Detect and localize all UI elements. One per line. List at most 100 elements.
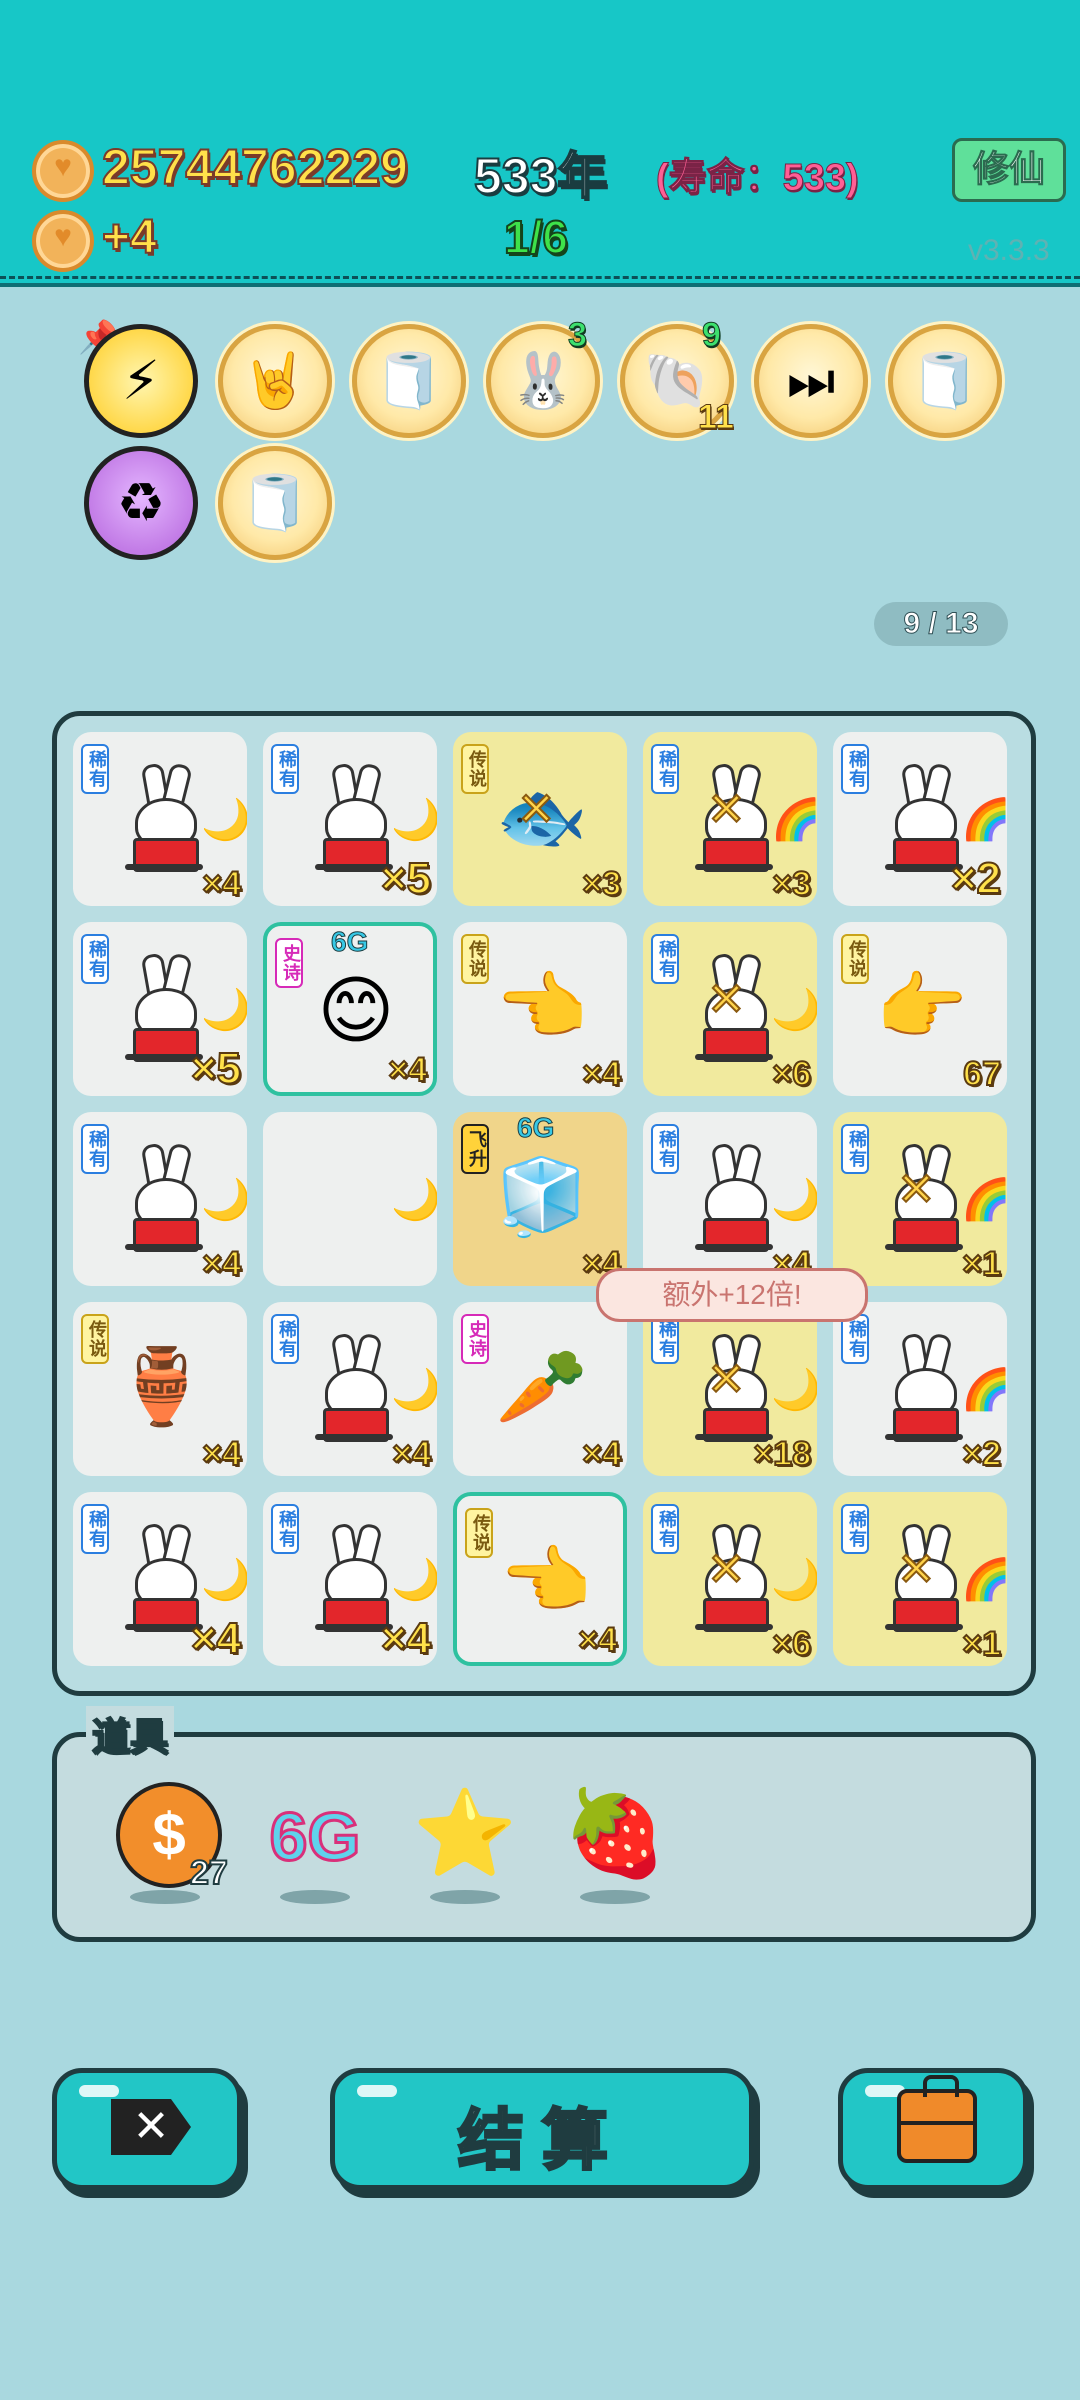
slot-cell[interactable]: 🌙: [263, 1112, 437, 1286]
bunny-part: [695, 864, 773, 870]
fridge-icon: 🧊: [495, 1155, 589, 1238]
rarity-tag: 稀有: [81, 744, 109, 794]
slot-cell[interactable]: 稀有 🌙 ×4: [263, 1302, 437, 1476]
coin-gain-icon: [32, 210, 94, 272]
tissue-box-icon[interactable]: 🧻: [218, 446, 332, 560]
bunny-part: [125, 864, 203, 870]
bunny-part: [695, 1054, 773, 1060]
carrot-icon: 🥕: [495, 1345, 589, 1428]
slot-cell[interactable]: 稀有 🌙 ×4: [73, 732, 247, 906]
rarity-tag: 传说: [81, 1314, 109, 1364]
header-divider: [0, 276, 1080, 279]
multiplier-label: ×4: [201, 1434, 242, 1474]
settle-label: 结算: [457, 2102, 626, 2179]
bunny-part: [695, 1244, 773, 1250]
6g-label: 6G: [516, 1112, 555, 1144]
slot-cell[interactable]: 稀有 🌙 ×4: [643, 1112, 817, 1286]
briefcase-icon: [897, 2075, 977, 2163]
bunny-part: [315, 1434, 393, 1440]
multiplier-label: ×18: [752, 1434, 812, 1474]
settle-button[interactable]: 结算: [330, 2068, 754, 2190]
slot-board: 稀有 🌙 ×4 稀有 🌙 ×5 传说 🐟 ✕ ×3 稀有 🌈 ✕ ×3 稀有 🌈 ×2 稀有 🌙 ×5 史诗 😊 6G ×4 传…: [52, 711, 1036, 1696]
rarity-tag: 史诗: [461, 1314, 489, 1364]
multiplier-label: ×4: [391, 1434, 432, 1474]
lifespan-display: (寿命：533): [656, 157, 860, 200]
slot-cell[interactable]: 稀有 🌙 ✕ ×18: [643, 1302, 817, 1476]
moon-icon: 🌙: [201, 1178, 247, 1222]
rarity-tag: 稀有: [651, 1124, 679, 1174]
multiplier-label: ×1: [961, 1624, 1002, 1664]
slot-cell[interactable]: 稀有 🌙 ×4: [73, 1112, 247, 1286]
exit-button[interactable]: ✕: [52, 2068, 242, 2190]
skip-icon[interactable]: ⏭: [754, 324, 868, 438]
moon-icon: 🌙: [391, 798, 437, 842]
multiplier-label: 67: [962, 1054, 1002, 1094]
rarity-tag: 飞升: [461, 1124, 489, 1174]
item-slot[interactable]: $ 27: [110, 1778, 229, 1904]
slot-cell[interactable]: 传说 🏺 ×4: [73, 1302, 247, 1476]
slot-cell[interactable]: 稀有 🌙 ×4: [263, 1492, 437, 1666]
cross-mark-icon: ✕: [896, 1162, 937, 1216]
slot-cell[interactable]: 稀有 🌙 ×5: [263, 732, 437, 906]
bunny-icon: [875, 1332, 967, 1444]
bag-button[interactable]: [838, 2068, 1028, 2190]
item-shadow: [130, 1890, 200, 1904]
moon-icon: 🌙: [201, 1558, 247, 1602]
slot-cell[interactable]: 飞升 🧊 6G ×4: [453, 1112, 627, 1286]
cross-mark-icon: ✕: [896, 1542, 937, 1596]
slot-cell[interactable]: 传说 👈 ×4: [453, 1492, 627, 1666]
exit-icon: ✕: [111, 2099, 191, 2155]
rarity-tag: 传说: [461, 744, 489, 794]
slot-cell[interactable]: 史诗 🥕 ×4: [453, 1302, 627, 1476]
slot-cell[interactable]: 传说 👉 67: [833, 922, 1007, 1096]
slot-cell[interactable]: 稀有 🌈 ✕ ×1: [833, 1492, 1007, 1666]
item-shadow: [580, 1890, 650, 1904]
item-slot[interactable]: 🍓: [560, 1778, 670, 1904]
multiplier-label: ×3: [771, 864, 812, 904]
hand-icon: 👉: [875, 965, 969, 1048]
multiplier-label: ×2: [950, 853, 1002, 904]
bunny-icon: [305, 1332, 397, 1444]
multiplier-label: ×4: [380, 1613, 432, 1664]
slot-cell[interactable]: 稀有 🌈 ✕ ×1: [833, 1112, 1007, 1286]
rarity-tag: 稀有: [651, 744, 679, 794]
slot-cell[interactable]: 史诗 😊 6G ×4: [263, 922, 437, 1096]
cultivate-button[interactable]: 修仙: [952, 138, 1066, 202]
moon-icon: 🌙: [391, 1558, 437, 1602]
rainbow-icon: 🌈: [771, 798, 817, 842]
item-shadow: [280, 1890, 350, 1904]
rock-hand-icon[interactable]: 🤘: [218, 324, 332, 438]
slot-cell[interactable]: 传说 🐟 ✕ ×3: [453, 732, 627, 906]
rarity-tag: 传说: [465, 1508, 493, 1558]
version-label: v3.3.3: [968, 234, 1050, 267]
rarity-tag: 传说: [461, 934, 489, 984]
rainbow-icon: 🌈: [961, 1558, 1007, 1602]
rarity-tag: 稀有: [841, 1124, 869, 1174]
slot-cell[interactable]: 传说 👈 ×4: [453, 922, 627, 1096]
item-slot[interactable]: 6G: [260, 1778, 370, 1904]
slot-cell[interactable]: 稀有 🌙 ✕ ×6: [643, 1492, 817, 1666]
item-slot[interactable]: ⭐: [410, 1778, 520, 1904]
bunny-part: [885, 1244, 963, 1250]
slot-cell[interactable]: 稀有 🌈 ×2: [833, 1302, 1007, 1476]
item-count: 27: [189, 1853, 229, 1893]
moon-icon: 🌙: [771, 1368, 817, 1412]
vase-icon: 🏺: [115, 1345, 209, 1428]
tissue-box-icon[interactable]: 🧻: [352, 324, 466, 438]
slot-cell[interactable]: 稀有 🌈 ×2: [833, 732, 1007, 906]
slot-cell[interactable]: 稀有 🌙 ×5: [73, 922, 247, 1096]
rainbow-icon: 🌈: [961, 1368, 1007, 1412]
bunny-icon: [115, 762, 207, 874]
slot-cell[interactable]: 稀有 🌈 ✕ ×3: [643, 732, 817, 906]
bunny-icon: [115, 1142, 207, 1254]
bunny-part: [885, 1434, 963, 1440]
slot-cell[interactable]: 稀有 🌙 ✕ ×6: [643, 922, 817, 1096]
moon-icon: 🌙: [391, 1178, 437, 1222]
lightning-icon[interactable]: ⚡: [84, 324, 198, 438]
recycle-icon[interactable]: ♻: [84, 446, 198, 560]
slot-cell[interactable]: 稀有 🌙 ×4: [73, 1492, 247, 1666]
tissue-box-icon[interactable]: 🧻: [888, 324, 1002, 438]
cross-mark-icon: ✕: [706, 1542, 747, 1596]
bonus-bubble: 额外+12倍!: [596, 1268, 868, 1322]
coin-gain: +4: [101, 210, 158, 265]
